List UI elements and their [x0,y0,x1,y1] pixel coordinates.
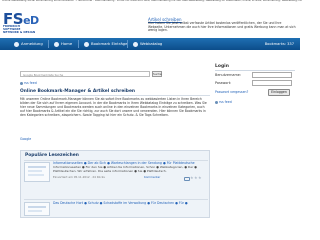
site-header: FSeD FRIEDRICH SOFTWARE NETWORK & DESIGN… [0,4,300,36]
thumb-line [28,174,44,176]
rss-icon [215,100,218,104]
thumb-line [28,206,46,208]
thumb-line [28,170,42,172]
catalog-icon [133,41,138,47]
home-icon [54,41,59,47]
forgot-password-link[interactable]: Passwort vergessen? [215,90,248,94]
nav-divider [127,40,128,48]
bookmark-icon [84,41,89,47]
intro-title: Online Bookmark-Manager & Artikel schrei… [20,89,136,94]
user-icon [14,41,19,47]
intro-text: Mit unserem Online Bookmark-Manager könn… [20,97,207,117]
search-button[interactable]: Suche [152,71,162,77]
password-field[interactable] [252,80,292,86]
google-link[interactable]: Google [20,137,31,141]
promo-text: Hier haben Sie jetzt selbst verfasste Ar… [148,21,296,32]
login-button[interactable]: Einloggen [268,89,290,96]
search-input[interactable]: Google Bookmarkliste Suche [20,71,150,77]
site-thumbnail[interactable] [24,202,50,216]
list-item: Das Deutsche Hort ● Schutz ● Schadstoffe… [24,201,208,216]
password-label: Passwort: [215,81,232,85]
bookmark-count: Bookmarks: 337 [264,42,294,46]
rss-icon [20,81,23,85]
divider [24,199,208,200]
comment-link[interactable]: Kommentar [144,175,182,180]
nav-divider [48,40,49,48]
rating-stars[interactable]: ★★★ [190,175,202,180]
nav-item-bookmarks[interactable]: Bookmark Einträge [84,40,127,48]
username-field[interactable] [252,72,292,78]
logo-line: NETWORK & DESIGN [3,30,36,34]
site-logo[interactable]: FSeD FRIEDRICH SOFTWARE NETWORK & DESIGN [3,10,51,34]
site-thumbnail[interactable] [24,162,50,182]
nav-item-home[interactable]: Home [54,40,72,48]
thumb-line [28,210,42,212]
popular-title: Populäre Lesezeichen [25,153,79,158]
nav-divider [78,40,79,48]
thumb-line [28,166,46,168]
popular-bookmarks: Populäre Lesezeichen Informationsseiten … [20,150,210,218]
rss-link[interactable]: rss feed [215,100,232,104]
bookmark-description: Informationsseiten ● Für den Sie ● Artik… [53,166,197,173]
rss-link[interactable]: rss feed [20,81,37,85]
username-label: Benutzername: [215,73,241,77]
divider [20,95,210,96]
main-nav: Anmeldung Home Bookmark Einträge Webkata… [0,38,300,50]
nav-item-webkatalog[interactable]: Webkatalog [133,40,162,48]
bookmark-title[interactable]: Das Deutsche Hort ● Schutz ● Schadstoffe… [53,201,203,206]
divider [215,70,295,71]
list-item: Informationsseiten ● Der ab Sich ● Warte… [24,161,208,186]
nav-item-anmeldung[interactable]: Anmeldung [14,40,43,48]
login-title: Login [215,64,229,69]
